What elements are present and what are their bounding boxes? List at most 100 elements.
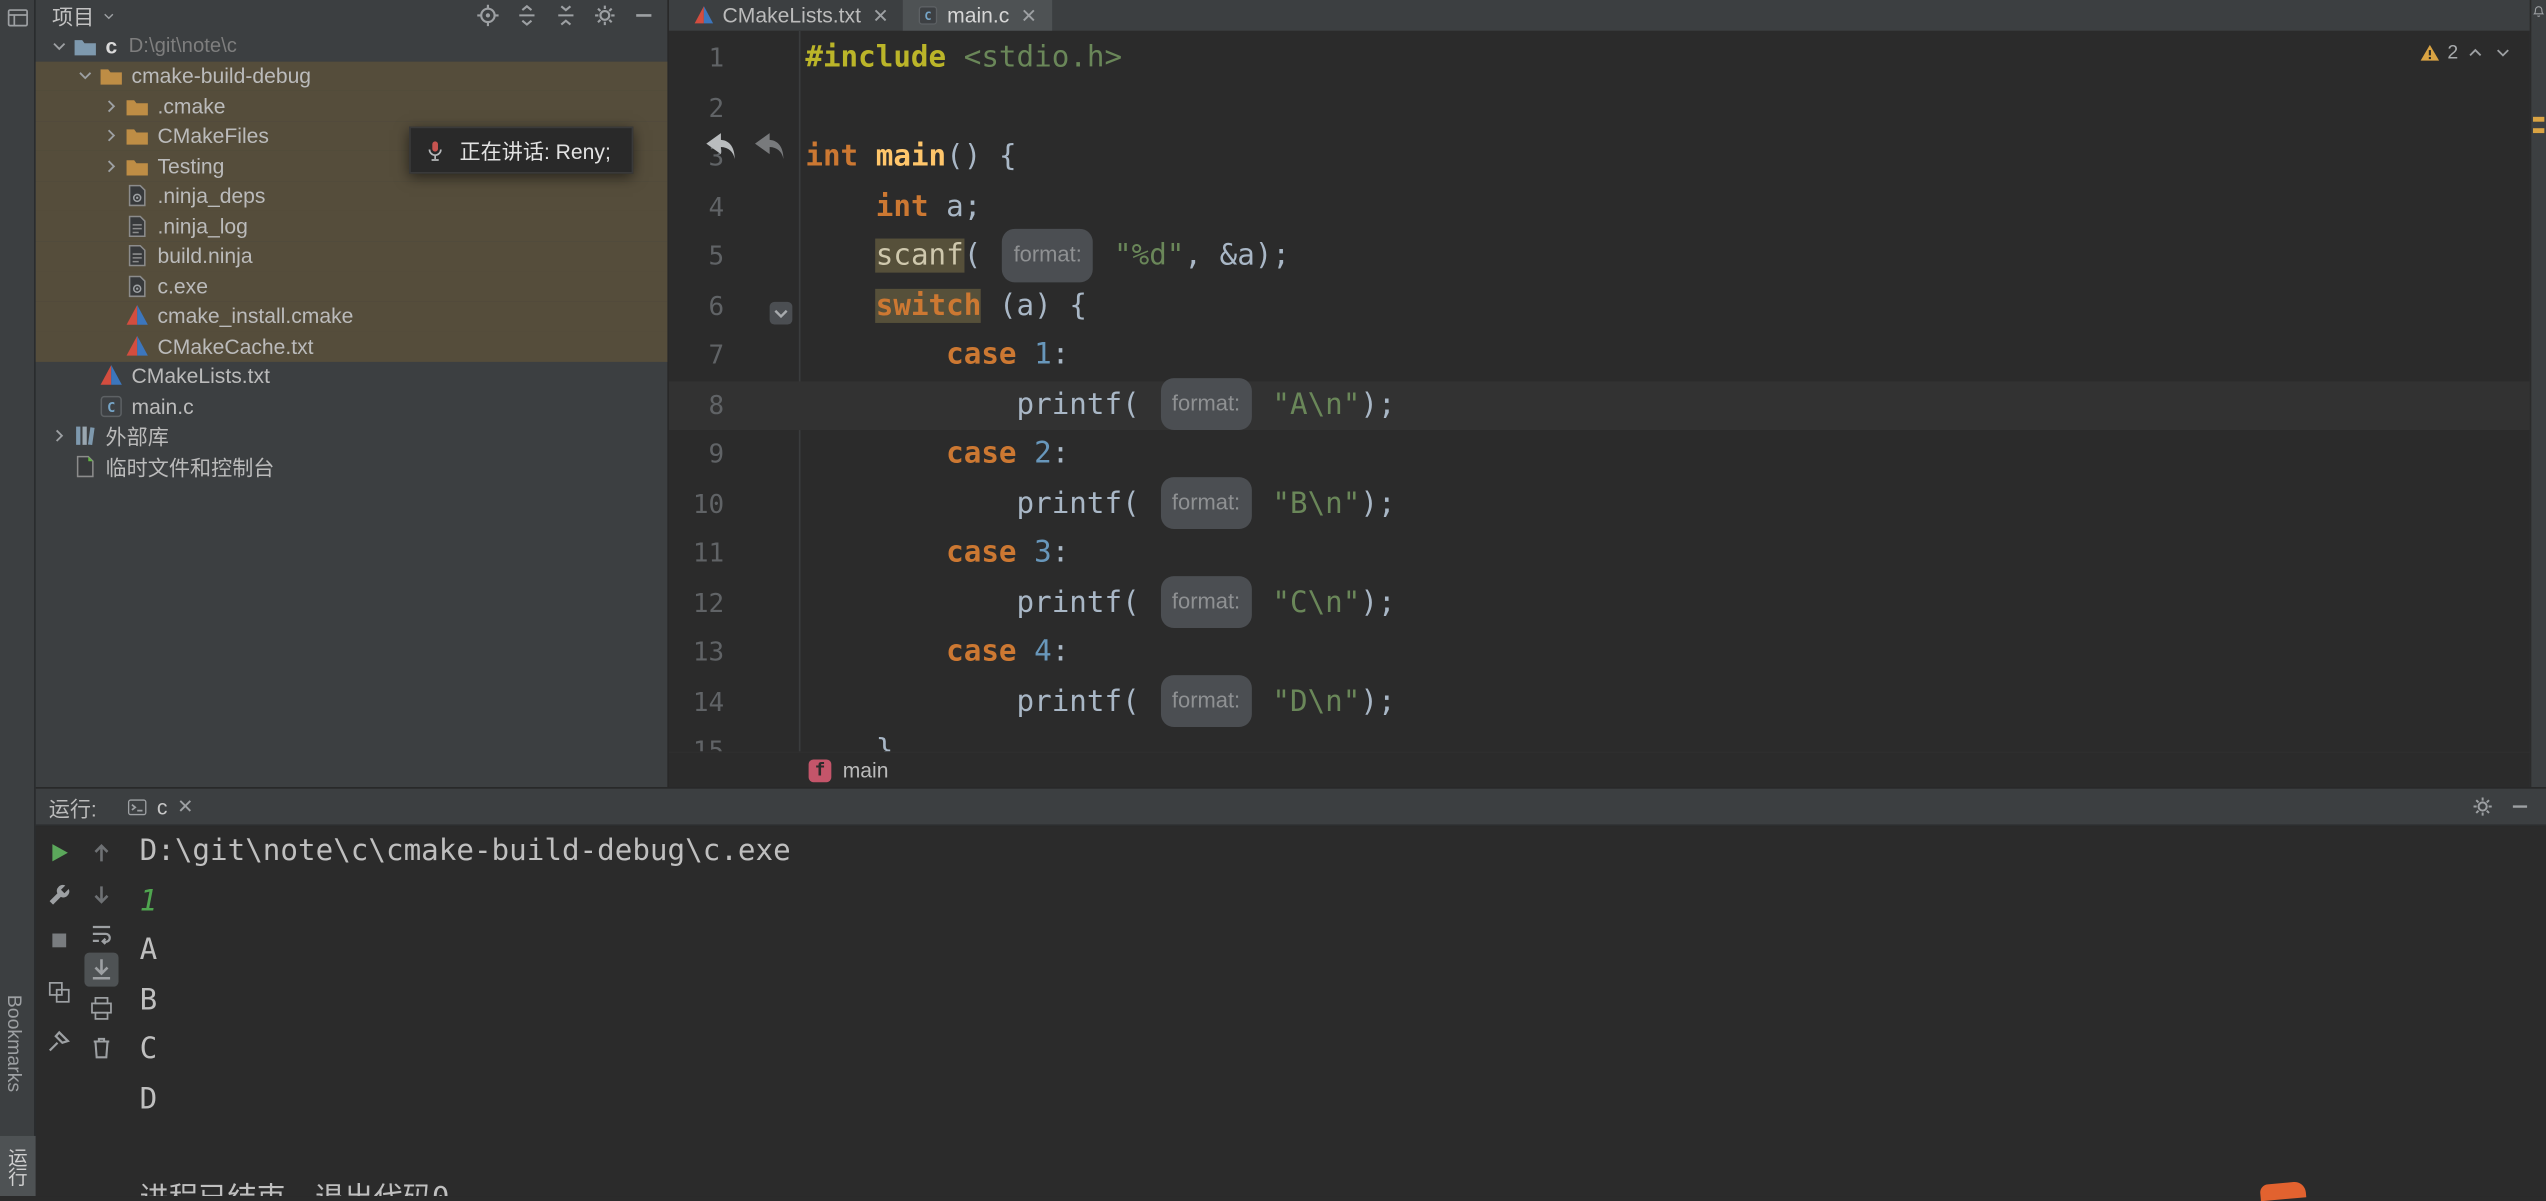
tree-item-c[interactable]: cD:\git\note\c xyxy=(36,31,668,61)
code-token: printf xyxy=(1017,387,1123,421)
warning-count: 2 xyxy=(2447,41,2458,64)
folder-blue-icon xyxy=(73,34,97,58)
code-token: 3 xyxy=(1034,536,1052,570)
code-token: main xyxy=(876,140,946,174)
sidebar-item-run[interactable]: 运行 xyxy=(0,1136,36,1196)
editor-gutter: 2 xyxy=(669,84,799,133)
clear-button[interactable] xyxy=(84,1030,118,1064)
project-panel-title[interactable]: 项目 xyxy=(52,0,94,31)
chevron-right-icon[interactable] xyxy=(49,426,70,447)
dump-button[interactable] xyxy=(42,975,76,1009)
close-icon[interactable]: ✕ xyxy=(872,4,888,27)
code-token xyxy=(1255,486,1273,520)
fold-gutter xyxy=(724,84,799,133)
fold-gutter xyxy=(724,727,799,753)
tree-item-CMakeLists.txt[interactable]: CMakeLists.txt xyxy=(36,361,668,391)
rerun-button[interactable] xyxy=(42,836,76,870)
tree-item-________[interactable]: 临时文件和控制台 xyxy=(36,451,668,481)
file-text-icon xyxy=(125,214,149,238)
bell-icon[interactable] xyxy=(2531,5,2546,20)
code-token xyxy=(805,486,1016,520)
tool-window-icon[interactable] xyxy=(6,6,29,29)
tree-item-label: cmake_install.cmake xyxy=(157,304,353,328)
editor-gutter: 4 xyxy=(669,183,799,232)
breadcrumb[interactable]: main xyxy=(843,758,889,782)
settings-icon[interactable] xyxy=(593,3,617,27)
tree-item-label: CMakeLists.txt xyxy=(132,364,270,388)
expand-all-icon[interactable] xyxy=(515,3,539,27)
pin-button[interactable] xyxy=(42,1024,76,1058)
sidebar-item-bookmarks[interactable]: Bookmarks xyxy=(3,995,26,1092)
folder-orange-icon xyxy=(99,64,123,88)
code-token: 2 xyxy=(1034,437,1052,471)
up-button[interactable] xyxy=(84,836,118,870)
code-line-4: 4 int a; xyxy=(669,183,2530,232)
console-line: 进程已结束，退出代码0 xyxy=(140,1174,2546,1196)
editor-tab-main.c[interactable]: Cmain.c✕ xyxy=(903,0,1051,31)
scrollend-button[interactable] xyxy=(84,953,118,987)
tree-item-cmake-build-debug[interactable]: cmake-build-debug xyxy=(36,61,668,91)
project-tree: cD:\git\note\ccmake-build-debug.cmake CMa… xyxy=(36,31,668,481)
tree-item-CMakeCache.txt[interactable]: CMakeCache.txt xyxy=(36,331,668,361)
code-token: ); xyxy=(1360,486,1395,520)
hide-icon[interactable] xyxy=(632,3,656,27)
close-icon[interactable]: ✕ xyxy=(177,795,193,818)
chevron-right-icon[interactable] xyxy=(101,155,122,176)
down-button[interactable] xyxy=(84,878,118,912)
warning-stripe-mark[interactable] xyxy=(2533,117,2544,122)
folder-orange-icon xyxy=(125,94,149,118)
code-token: : xyxy=(1052,536,1070,570)
code-line-6: 6 switch (a) { xyxy=(669,282,2530,331)
chevron-right-icon[interactable] xyxy=(101,125,122,146)
inspections-widget[interactable]: 2 xyxy=(2420,41,2514,64)
console-line: B xyxy=(140,976,2546,1025)
tab-label: CMakeLists.txt xyxy=(723,3,861,27)
code-text: printf( format: "D\n"); xyxy=(799,678,1396,727)
breadcrumbs-bar: f main xyxy=(669,751,2530,787)
code-token: ( xyxy=(1122,486,1157,520)
code-token: 1 xyxy=(1034,338,1052,372)
code-text: printf( format: "A\n"); xyxy=(799,381,1396,430)
code-editor[interactable]: 1#include <stdio.h>23int main() {4 int a… xyxy=(669,31,2530,753)
chevron-down-icon[interactable] xyxy=(75,65,96,86)
editor-gutter: 15 xyxy=(669,727,799,753)
editor-tab-CMakeLists.txt[interactable]: CMakeLists.txt ✕ xyxy=(679,0,904,31)
chevron-down-icon[interactable] xyxy=(2492,41,2513,62)
file-binary-icon xyxy=(125,274,149,298)
tree-item-.cmake[interactable]: .cmake xyxy=(36,91,668,121)
console-output[interactable]: D:\git\note\c\cmake-build-debug\c.exe1AB… xyxy=(120,826,2546,1196)
chevron-up-icon[interactable] xyxy=(2465,41,2486,62)
code-token: <stdio.h> xyxy=(964,41,1122,75)
code-text: case 3: xyxy=(799,529,1069,578)
warning-stripe-mark[interactable] xyxy=(2533,128,2544,133)
cursor-arrow-icon xyxy=(749,128,788,167)
tree-item-main.c[interactable]: Cmain.c xyxy=(36,391,668,421)
cmake-icon xyxy=(99,364,123,388)
code-token: "D\n" xyxy=(1272,684,1360,718)
console-tab[interactable]: c ✕ xyxy=(113,791,206,822)
chevron-down-icon[interactable] xyxy=(101,7,117,23)
tree-item-___[interactable]: 外部库 xyxy=(36,421,668,451)
tree-item-.ninja_log[interactable]: .ninja_log xyxy=(36,211,668,241)
settings-icon[interactable] xyxy=(2471,795,2494,818)
hide-icon[interactable] xyxy=(2509,795,2532,818)
chevron-right-icon[interactable] xyxy=(101,95,122,116)
stop-button[interactable] xyxy=(42,923,76,957)
svg-text:C: C xyxy=(925,9,932,23)
fold-gutter xyxy=(724,579,799,628)
console-line: D xyxy=(140,1075,2546,1124)
code-line-2: 2 xyxy=(669,84,2530,133)
close-icon[interactable]: ✕ xyxy=(1021,4,1037,27)
tree-item-.ninja_deps[interactable]: .ninja_deps xyxy=(36,181,668,211)
tree-item-cmake_install.cmake[interactable]: cmake_install.cmake xyxy=(36,301,668,331)
fold-marker-icon[interactable] xyxy=(768,293,794,319)
locate-icon[interactable] xyxy=(476,3,500,27)
collapse-all-icon[interactable] xyxy=(554,3,578,27)
tree-item-build.ninja[interactable]: build.ninja xyxy=(36,241,668,271)
chevron-down-icon[interactable] xyxy=(49,35,70,56)
notification-blob xyxy=(2260,1181,2307,1201)
softwrap-button[interactable] xyxy=(84,917,118,951)
tree-item-c.exe[interactable]: c.exe xyxy=(36,271,668,301)
build-button[interactable] xyxy=(42,878,76,912)
print-button[interactable] xyxy=(84,992,118,1026)
